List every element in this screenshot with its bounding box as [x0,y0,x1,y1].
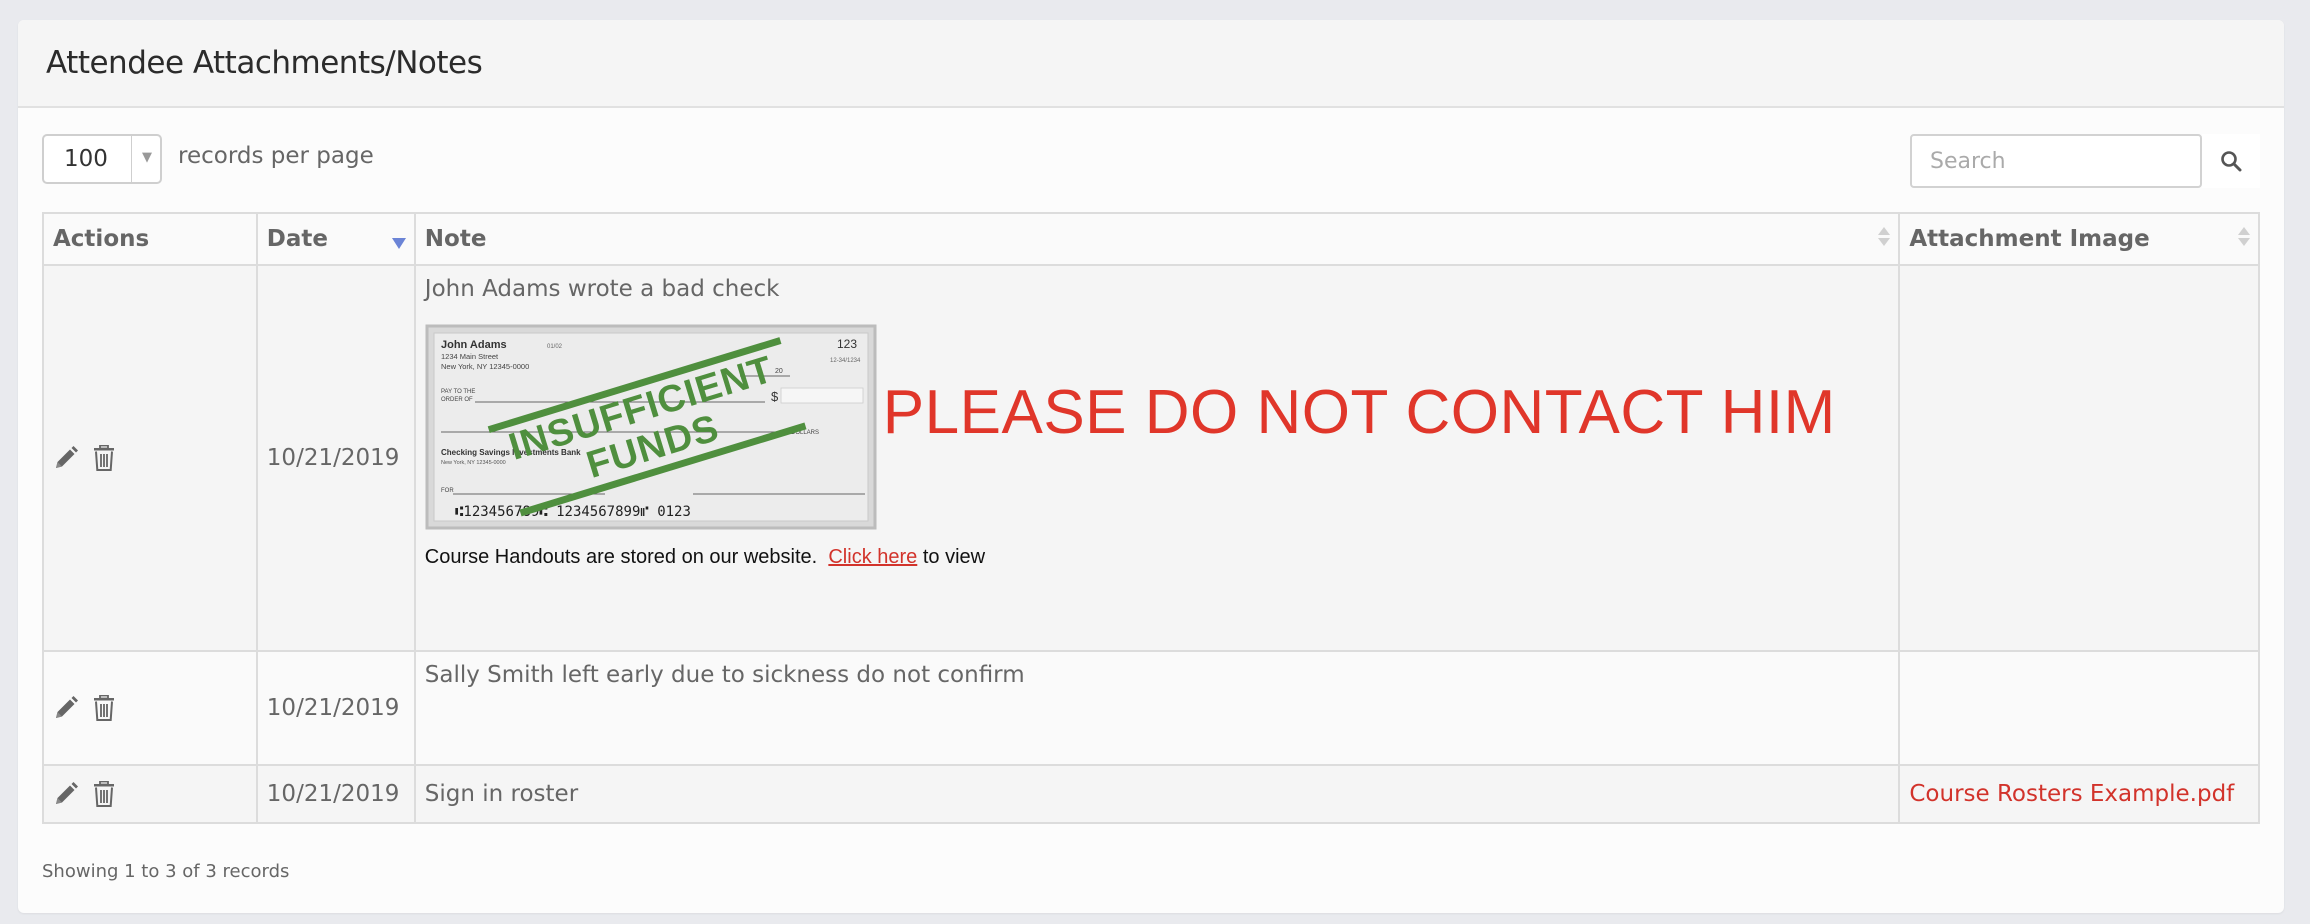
handout-text: Course Handouts are stored on our websit… [425,546,1890,569]
attachment-cell [1898,650,2260,766]
col-attachment[interactable]: Attachment Image [1898,212,2260,266]
col-actions: Actions [42,212,258,266]
warning-text: PLEASE DO NOT CONTACT HIM [882,377,1836,447]
caret-down-icon: ▼ [142,150,152,165]
svg-text:$: $ [771,389,779,404]
svg-text:20: 20 [775,368,783,375]
attachment-cell [1898,264,2260,652]
notes-table: Actions Date Note Attachment Image 10/21… [42,212,2260,824]
page-length-select[interactable]: 100 ▼ [42,134,162,184]
attachments-card: Attendee Attachments/Notes 100 ▼ records… [18,20,2284,913]
note-cell: John Adams wrote a bad check John Adams … [413,264,1901,652]
pencil-icon[interactable] [53,695,79,721]
note-text: Sally Smith left early due to sickness d… [424,662,1025,688]
svg-text:New York, NY 12345-0000: New York, NY 12345-0000 [441,362,529,371]
note-text: John Adams wrote a bad check [424,276,780,302]
handout-prefix: Course Handouts are stored on our websit… [424,546,818,568]
svg-text:01/02: 01/02 [547,344,563,350]
actions-cell [42,650,258,766]
table-row: 10/21/2019 Sign in roster Course Rosters… [42,764,2260,824]
col-note[interactable]: Note [413,212,1901,266]
attachment-link[interactable]: Course Rosters Example.pdf [1909,781,2234,807]
sort-icon [1878,227,1891,246]
svg-text:1234 Main Street: 1234 Main Street [441,352,499,361]
actions-cell [42,264,258,652]
svg-text:New York, NY 12345-0000: New York, NY 12345-0000 [441,460,506,466]
records-per-page-label: records per page [178,143,374,169]
search-icon [2221,151,2242,172]
handout-suffix: to view [922,546,986,568]
svg-text:12-34/1234: 12-34/1234 [830,358,861,364]
table-info: Showing 1 to 3 of 3 records [42,861,290,882]
date-cell: 10/21/2019 [255,764,416,824]
svg-text:123: 123 [837,337,857,351]
page-length-value: 100 [64,146,108,172]
svg-text:FOR: FOR [441,488,454,494]
actions-cell [42,764,258,824]
attachment-cell: Course Rosters Example.pdf [1898,764,2260,824]
col-date[interactable]: Date [255,212,416,266]
date-cell: 10/21/2019 [255,650,416,766]
sort-desc-icon [391,238,406,249]
card-title: Attendee Attachments/Notes [46,45,483,81]
svg-text:PAY TO THE: PAY TO THE [441,389,475,395]
table-header-row: Actions Date Note Attachment Image [42,212,2260,266]
records-per-page: 100 ▼ records per page [42,134,374,184]
pencil-icon[interactable] [53,445,79,471]
date-cell: 10/21/2019 [255,264,416,652]
pencil-icon[interactable] [53,781,79,807]
bad-check-image: John Adams 1234 Main Street New York, NY… [425,324,877,530]
sort-icon [2238,227,2250,246]
table-row: 10/21/2019 Sally Smith left early due to… [42,650,2260,766]
trash-icon[interactable] [93,445,115,471]
trash-icon[interactable] [93,695,115,721]
note-cell: Sally Smith left early due to sickness d… [413,650,1901,766]
svg-text:⑆123456789⑆ 1234567899⑈ 0123: ⑆123456789⑆ 1234567899⑈ 0123 [455,504,691,520]
trash-icon[interactable] [93,781,115,807]
col-date-label: Date [266,226,329,252]
search-input[interactable] [1910,134,2202,188]
note-cell: Sign in roster [413,764,1901,824]
search-box [1910,134,2260,188]
svg-text:John Adams: John Adams [441,339,507,351]
svg-text:ORDER OF: ORDER OF [441,397,473,403]
col-attachment-label: Attachment Image [1909,226,2150,252]
col-note-label: Note [424,226,487,252]
card-header: Attendee Attachments/Notes [18,20,2284,108]
search-button[interactable] [2202,134,2260,188]
table-controls: 100 ▼ records per page [42,134,2260,194]
click-here-link[interactable]: Click here [828,546,917,568]
table-row: 10/21/2019 John Adams wrote a bad check … [42,264,2260,652]
